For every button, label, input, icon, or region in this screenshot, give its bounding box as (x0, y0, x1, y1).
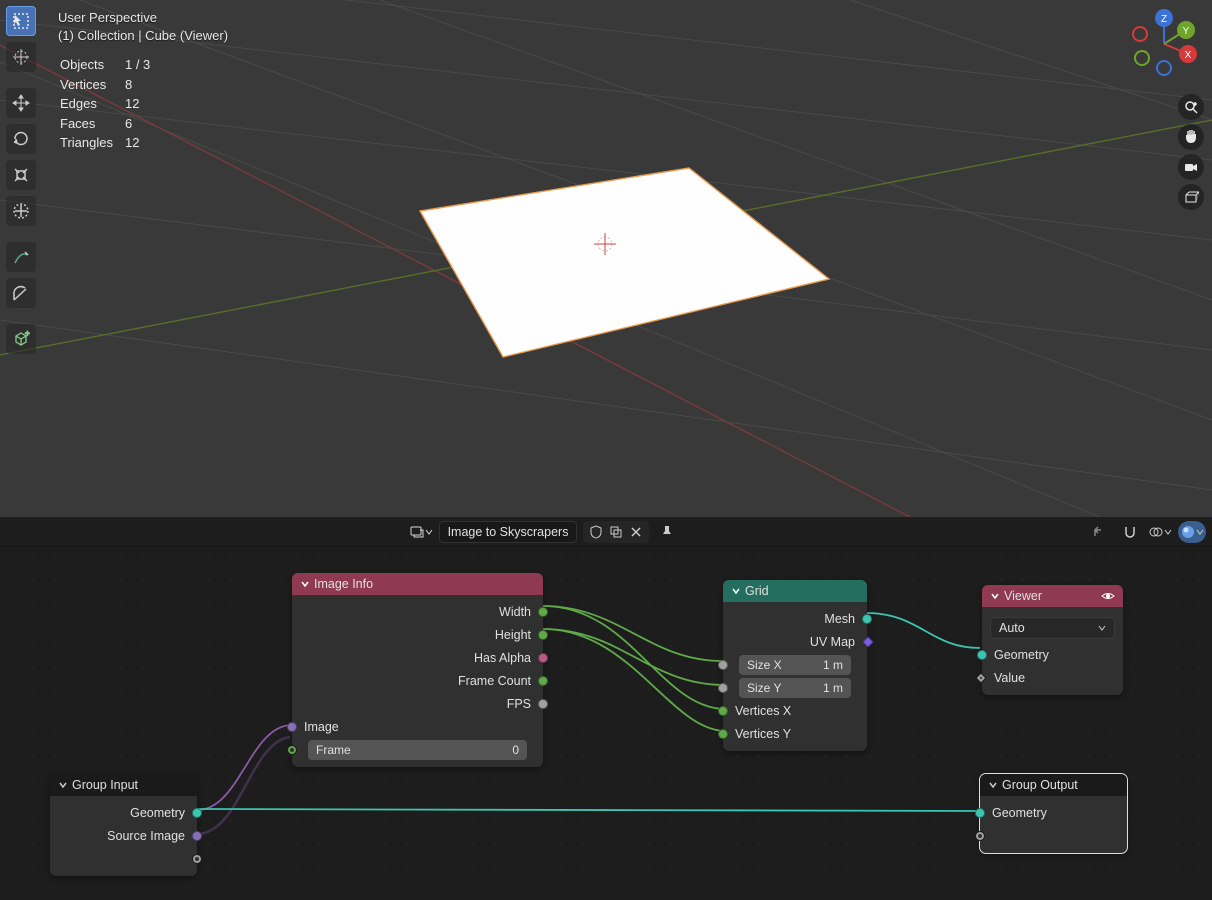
tool-cursor[interactable] (6, 42, 36, 72)
node-canvas[interactable]: Image Info Width Height Has Alpha Frame … (0, 547, 1212, 900)
node-editor-header: Image to Skyscrapers (0, 517, 1212, 547)
tool-add-cube[interactable]: + (6, 324, 36, 354)
size-y-field[interactable]: Size Y1 m (739, 678, 851, 698)
node-header-group-output[interactable]: Group Output (980, 774, 1127, 796)
duplicate-icon[interactable] (607, 523, 625, 541)
parent-tree-icon[interactable] (1088, 521, 1112, 543)
navigation-gizmo[interactable]: X Y Z (1126, 6, 1202, 82)
node-header-group-input[interactable]: Group Input (50, 774, 197, 796)
tool-rotate[interactable] (6, 124, 36, 154)
node-title: Viewer (1004, 589, 1042, 603)
pin-icon[interactable] (655, 521, 679, 543)
pan-button[interactable] (1178, 124, 1204, 150)
frame-field[interactable]: Frame0 (308, 740, 527, 760)
svg-text:Z: Z (1161, 14, 1167, 25)
node-title: Group Output (1002, 778, 1078, 792)
viewport-stats: Objects1 / 3 Vertices8 Edges12 Faces6 Tr… (58, 54, 162, 154)
tool-move[interactable] (6, 88, 36, 118)
node-header-grid[interactable]: Grid (723, 580, 867, 602)
tool-select-box[interactable] (6, 6, 36, 36)
unlink-icon[interactable] (627, 523, 645, 541)
node-title: Image Info (314, 577, 373, 591)
svg-text:+: + (25, 329, 30, 338)
viewer-mode-select[interactable]: Auto (990, 617, 1115, 639)
tool-transform[interactable] (6, 196, 36, 226)
node-group-input[interactable]: Group Input Geometry Source Image (50, 774, 197, 876)
node-title: Group Input (72, 778, 138, 792)
node-header-viewer[interactable]: Viewer (982, 585, 1123, 607)
zoom-button[interactable] (1178, 94, 1204, 120)
shield-icon[interactable] (587, 523, 605, 541)
node-editor[interactable]: Image to Skyscrapers (0, 517, 1212, 900)
viewport-nav-buttons (1178, 94, 1204, 210)
perspective-label: User Perspective (58, 9, 228, 27)
nodetree-name-field[interactable]: Image to Skyscrapers (439, 521, 578, 543)
node-viewer[interactable]: Viewer Auto Geometry Value (982, 585, 1123, 695)
overlay-icon[interactable] (1148, 521, 1172, 543)
camera-view-button[interactable] (1178, 154, 1204, 180)
viewport-header-text: User Perspective (1) Collection | Cube (… (58, 9, 228, 45)
node-image-info[interactable]: Image Info Width Height Has Alpha Frame … (292, 573, 543, 767)
viewer-shading-icon[interactable] (1178, 521, 1206, 543)
perspective-toggle-button[interactable] (1178, 184, 1204, 210)
viewport-grid (0, 0, 1212, 517)
viewport-3d[interactable]: + User Perspective (1) Collection | Cube… (0, 0, 1212, 517)
size-x-field[interactable]: Size X1 m (739, 655, 851, 675)
viewport-toolbar: + (6, 6, 36, 358)
snap-icon[interactable] (1118, 521, 1142, 543)
tool-measure[interactable] (6, 278, 36, 308)
context-label: (1) Collection | Cube (Viewer) (58, 27, 228, 45)
svg-text:X: X (1185, 50, 1192, 61)
nodetree-actions (583, 521, 649, 543)
node-group-output[interactable]: Group Output Geometry (980, 774, 1127, 853)
tool-annotate[interactable] (6, 242, 36, 272)
node-title: Grid (745, 584, 769, 598)
node-header-image-info[interactable]: Image Info (292, 573, 543, 595)
node-grid[interactable]: Grid Mesh UV Map Size X1 m Size Y1 m Ver… (723, 580, 867, 751)
svg-text:Y: Y (1183, 26, 1190, 37)
tree-type-dropdown[interactable] (409, 521, 433, 543)
eye-icon[interactable] (1101, 589, 1115, 603)
tool-scale[interactable] (6, 160, 36, 190)
